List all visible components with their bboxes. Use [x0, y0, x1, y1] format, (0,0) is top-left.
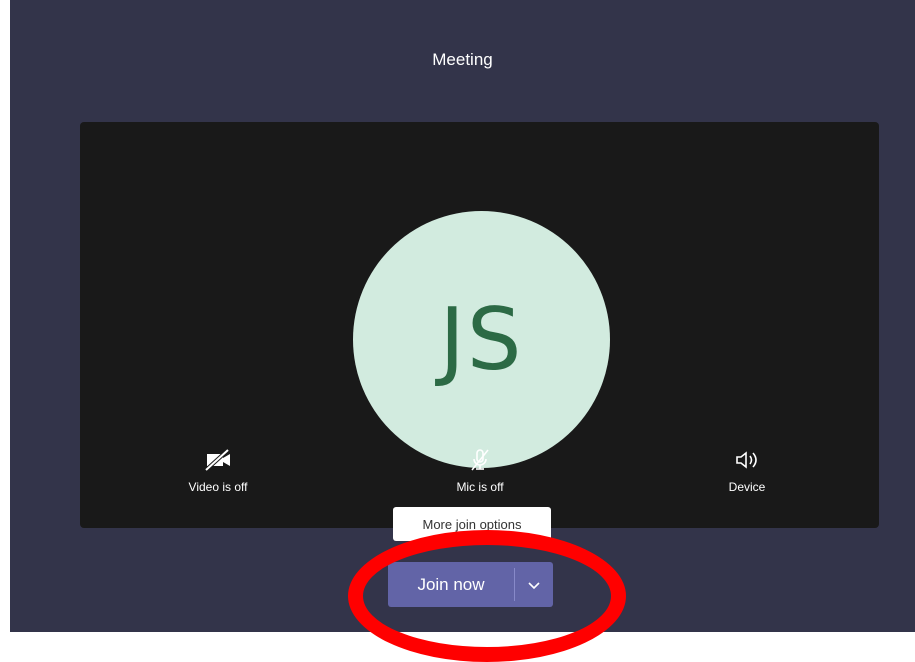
- mic-off-icon: [471, 449, 489, 471]
- device-settings[interactable]: Device: [687, 448, 807, 494]
- more-join-options-button[interactable]: [515, 562, 553, 607]
- video-off-icon: [204, 448, 230, 472]
- meeting-title: Meeting: [432, 50, 493, 69]
- video-preview: JS Video is off Mic is off Device: [80, 122, 879, 528]
- mic-status-label: Mic is off: [456, 480, 504, 494]
- mic-toggle[interactable]: Mic is off: [420, 448, 540, 494]
- video-toggle[interactable]: Video is off: [158, 448, 278, 494]
- more-join-options-tooltip: More join options: [393, 507, 551, 541]
- avatar: JS: [353, 211, 610, 468]
- avatar-initials: JS: [439, 289, 524, 390]
- video-status-label: Video is off: [188, 480, 248, 494]
- speaker-icon: [736, 451, 757, 469]
- join-button-group: Join now: [388, 562, 553, 607]
- device-label: Device: [728, 480, 766, 494]
- chevron-down-icon: [528, 581, 540, 589]
- join-now-button[interactable]: Join now: [388, 562, 514, 607]
